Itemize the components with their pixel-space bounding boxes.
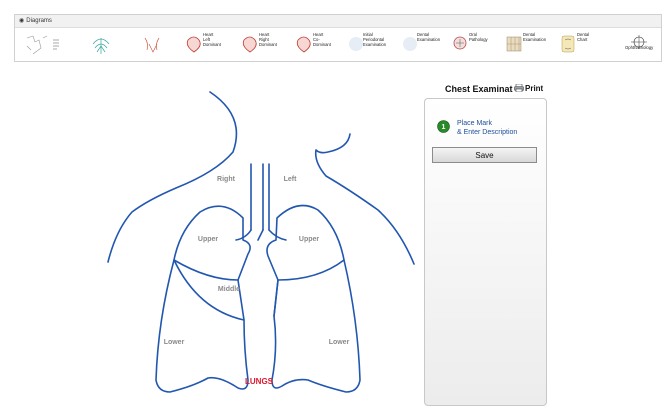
label-lower-right: Lower [163,339,185,346]
diagram-strip: Heart Left Dominant Heart Right Dominant… [15,27,661,61]
collapse-icon[interactable]: ◉ [19,18,24,24]
label-upper-left: Upper [298,236,320,243]
thumbnail-label: Heart Right Dominant [259,32,277,47]
anatomy-thumbnail[interactable] [89,31,113,57]
lungs-diagram[interactable]: Right Left Upper Upper Middle Lower Lowe… [88,80,428,400]
crosshair-eye-icon [631,35,647,49]
heart-icon [242,36,257,53]
print-button[interactable]: Print [514,84,543,93]
lungs-strokes [107,91,415,393]
thumbnail-label: Oral Pathology [469,32,488,42]
oral-pathology-icon [453,36,467,50]
periodontal-icon [349,37,363,51]
heart-icon [296,36,311,53]
anatomy-icon [92,38,110,54]
diagrams-panel: ◉ Diagrams Heart Left Dominant Heart Rig… [14,14,662,62]
save-button[interactable]: Save [432,147,537,163]
heart-icon [186,36,201,53]
label-left: Left [283,176,297,183]
teeth-icon [506,36,522,52]
thumbnail-label: Heart Left Dominant [203,32,221,47]
print-label: Print [525,84,544,93]
periodontal-exam-thumbnail[interactable]: Initial Periodontal Examination [345,31,399,57]
diagrams-header-label: Diagrams [26,18,52,24]
place-mark-line2: & Enter Description [457,129,518,136]
kidney-icon [144,37,160,53]
label-middle: Middle [217,286,241,293]
thumbnail-label: Dental Examination [417,32,441,42]
dental-exam-teeth-thumbnail[interactable]: Dental Examination [505,31,557,57]
heart-left-dominant-thumbnail[interactable]: Heart Left Dominant [185,31,237,57]
thumbnail-label: Ophthalmology [625,45,654,50]
shoulder-line-left [314,133,415,265]
dental-exam-thumbnail[interactable]: Dental Examination [399,31,451,57]
body-outline-thumbnail[interactable] [23,31,63,57]
heart-right-dominant-thumbnail[interactable]: Heart Right Dominant [241,31,293,57]
thumbnail-label: Dental Examination [523,32,547,42]
thumbnail-label: Dental Chart [577,32,590,42]
kidney-thumbnail[interactable] [141,31,165,57]
dental-chart-icon [561,35,575,53]
svg-text:1: 1 [442,124,446,131]
label-right: Right [217,176,235,183]
place-mark-line1: Place Mark [457,120,493,127]
body-outline-icon [26,35,59,55]
dental-chart-thumbnail[interactable]: Dental Chart [559,31,607,57]
label-upper-right: Upper [197,236,219,243]
trachea [250,163,270,231]
heart-co-dominant-thumbnail[interactable]: Heart Co- Dominant [295,31,347,57]
left-lung-fissure [273,259,345,317]
printer-icon [514,84,524,92]
place-mark-text: Place Mark & Enter Description [457,119,517,137]
lungs-outline[interactable] [88,80,428,400]
thumbnail-label: Heart Co- Dominant [313,32,331,47]
label-lower-left: Lower [328,339,350,346]
panel-title: Chest Examinat [445,84,513,94]
oral-pathology-thumbnail[interactable]: Oral Pathology [451,31,503,57]
thumbnail-label: Initial Periodontal Examination [363,32,387,47]
left-lung [266,204,361,393]
ophthalmology-thumbnail[interactable]: Ophthalmology [619,31,659,57]
side-panel: 1 Place Mark & Enter Description Save [424,98,547,406]
diagram-title: LUNGS [245,377,273,386]
dental-exam-icon [403,37,417,51]
place-mark-icon: 1 [437,120,450,133]
